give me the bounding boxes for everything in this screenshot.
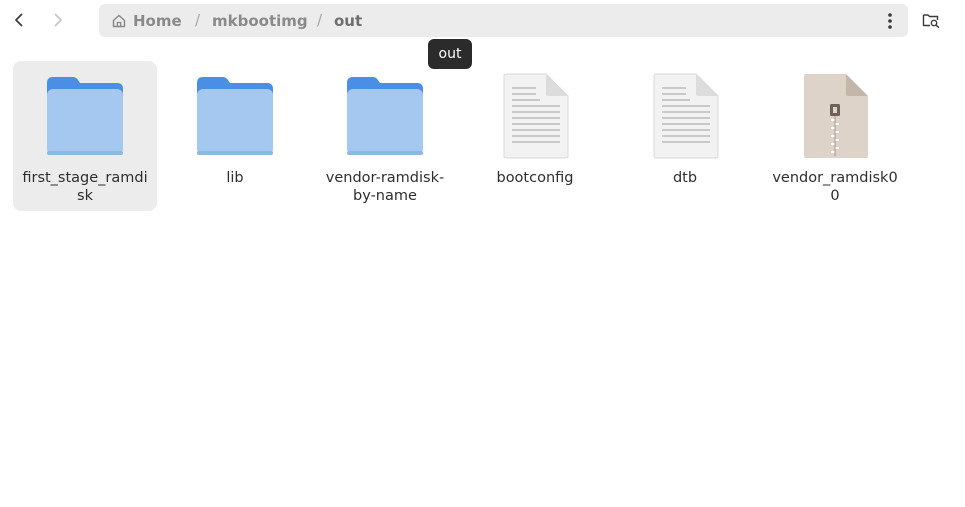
breadcrumb-label: mkbootimg: [212, 11, 308, 30]
path-menu-button[interactable]: [880, 8, 900, 34]
file-item-label: bootconfig: [496, 170, 574, 186]
text-file-icon: [613, 71, 757, 161]
folder-icon: [163, 71, 307, 161]
chevron-right-icon: [54, 13, 62, 27]
breadcrumb-out[interactable]: out: [334, 4, 362, 37]
breadcrumb-label: out: [334, 11, 363, 30]
breadcrumb-separator: /: [317, 11, 323, 29]
path-bar: Home / mkbootimg / out: [99, 4, 908, 37]
folder-icon: [313, 71, 457, 161]
breadcrumb-home[interactable]: Home: [111, 4, 182, 37]
file-item-label: dtb: [672, 170, 698, 186]
file-item-dtb[interactable]: dtb: [613, 61, 757, 211]
breadcrumb-home-label: Home: [133, 11, 182, 30]
folder-search-icon: [922, 14, 940, 28]
search-button[interactable]: [916, 4, 946, 36]
chevron-left-icon: [15, 13, 23, 27]
file-item-vendor-ramdisk00[interactable]: vendor_ramdisk0 0: [763, 61, 907, 211]
text-file-icon: [463, 71, 607, 161]
forward-button[interactable]: [43, 4, 73, 36]
file-grid: first_stage_ramdi sk lib vendor-ramdisk-b…: [0, 60, 965, 500]
vertical-dots-icon: [888, 13, 892, 29]
file-item-label: first_stage_ramdi sk: [22, 170, 148, 204]
file-item-bootconfig[interactable]: bootconfig: [463, 61, 607, 211]
file-item-label: vendor_ramdisk0 0: [772, 170, 898, 204]
breadcrumb-mkbootimg[interactable]: mkbootimg: [212, 4, 308, 37]
file-item-lib[interactable]: lib: [163, 61, 307, 211]
back-button[interactable]: [4, 4, 34, 36]
file-item-first-stage-ramdisk[interactable]: first_stage_ramdi sk: [13, 61, 157, 211]
file-item-label: vendor-ramdisk-by-name: [325, 170, 445, 204]
file-item-label: lib: [226, 170, 244, 186]
file-item-vendor-ramdisk-by-name[interactable]: vendor-ramdisk-by-name: [313, 61, 457, 211]
header-bar: Home / mkbootimg / out: [0, 0, 965, 40]
folder-icon: [13, 71, 157, 161]
archive-file-icon: [763, 71, 907, 161]
home-icon: [111, 13, 127, 29]
breadcrumb-separator: /: [195, 11, 201, 29]
